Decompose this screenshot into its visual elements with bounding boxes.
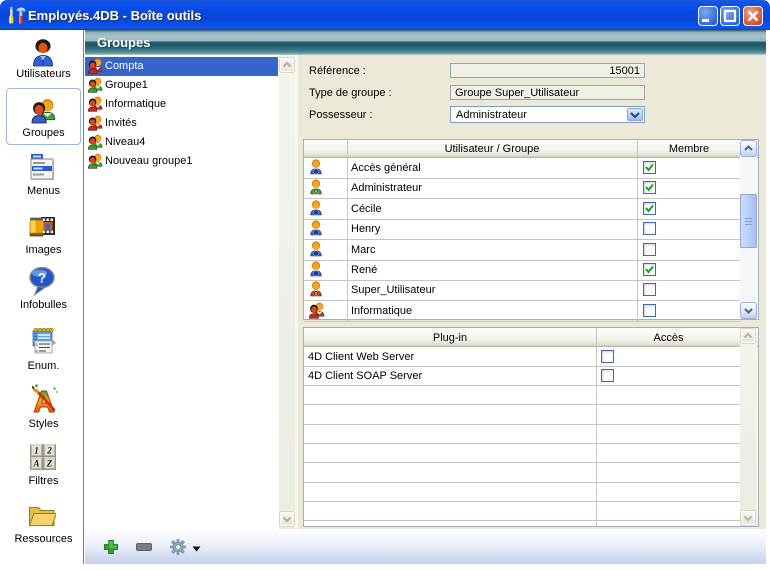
svg-text:1: 1 bbox=[34, 446, 39, 456]
svg-text:A: A bbox=[32, 459, 39, 469]
svg-text:Z: Z bbox=[46, 459, 53, 469]
svg-text:2: 2 bbox=[46, 446, 52, 456]
svg-text:S: S bbox=[314, 291, 317, 296]
svg-text:?: ? bbox=[38, 270, 47, 286]
